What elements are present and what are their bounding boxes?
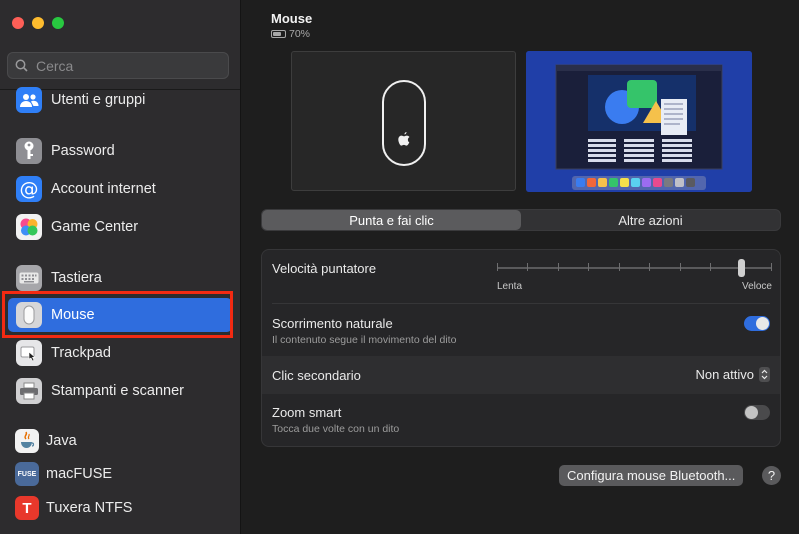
sidebar-item-java[interactable]: Java bbox=[8, 424, 232, 458]
slider-tick bbox=[710, 263, 711, 271]
help-button[interactable]: ? bbox=[762, 466, 781, 485]
java-icon bbox=[15, 429, 39, 453]
sidebar-item-tuxera[interactable]: T Tuxera NTFS bbox=[8, 491, 232, 525]
sidebar-item-label: Password bbox=[51, 143, 115, 159]
key-icon bbox=[16, 138, 42, 164]
natural-scrolling-toggle[interactable] bbox=[744, 316, 770, 331]
sidebar: Utenti e gruppi Password @ Account inter… bbox=[0, 0, 241, 534]
smart-zoom-description: Tocca due volte con un dito bbox=[272, 423, 400, 435]
at-icon: @ bbox=[16, 176, 42, 202]
sidebar-item-game-center[interactable]: Game Center bbox=[8, 210, 232, 244]
mouse-preview bbox=[291, 51, 516, 191]
sidebar-item-internet-accounts[interactable]: @ Account internet bbox=[8, 172, 232, 206]
slider-tick bbox=[527, 263, 528, 271]
secondary-click-popup[interactable]: Non attivo bbox=[695, 367, 770, 382]
natural-scrolling-row: Scorrimento naturale Il contenuto segue … bbox=[262, 304, 780, 356]
smart-zoom-label: Zoom smart bbox=[272, 405, 342, 420]
slider-tick bbox=[497, 263, 498, 271]
tracking-speed-row: Velocità puntatore Lenta Veloce bbox=[262, 250, 780, 303]
natural-scrolling-label: Scorrimento naturale bbox=[272, 316, 393, 331]
tab-bar: Punta e fai clic Altre azioni bbox=[261, 209, 781, 231]
sidebar-item-label: Game Center bbox=[51, 219, 139, 235]
sidebar-item-label: Tuxera NTFS bbox=[46, 500, 133, 516]
secondary-click-label: Clic secondario bbox=[272, 368, 361, 383]
sidebar-item-printers[interactable]: Stampanti e scanner bbox=[8, 374, 232, 408]
search-icon bbox=[15, 59, 28, 72]
sidebar-item-label: Account internet bbox=[51, 181, 156, 197]
sidebar-item-label: Java bbox=[46, 433, 77, 449]
sidebar-item-macfuse[interactable]: FUSE macFUSE bbox=[8, 457, 232, 491]
setup-bluetooth-mouse-button[interactable]: Configura mouse Bluetooth... bbox=[559, 465, 744, 486]
slider-thumb[interactable] bbox=[738, 259, 745, 277]
sidebar-item-label: Trackpad bbox=[51, 345, 111, 361]
mouse-icon bbox=[16, 302, 42, 328]
battery-status: 70% bbox=[271, 28, 310, 40]
battery-icon bbox=[271, 30, 286, 38]
slider-tick bbox=[771, 263, 772, 271]
macfuse-icon: FUSE bbox=[15, 462, 39, 486]
smart-zoom-toggle[interactable] bbox=[744, 405, 770, 420]
sidebar-item-label: Tastiera bbox=[51, 270, 102, 286]
magic-mouse-illustration bbox=[382, 80, 426, 166]
slider-max-label: Veloce bbox=[741, 281, 772, 292]
tracking-speed-slider[interactable] bbox=[497, 259, 772, 277]
game-center-icon bbox=[16, 214, 42, 240]
close-window-button[interactable] bbox=[12, 17, 24, 29]
trackpad-icon bbox=[16, 340, 42, 366]
window-controls bbox=[12, 17, 64, 29]
chevron-up-down-icon bbox=[759, 367, 770, 382]
zoom-window-button[interactable] bbox=[52, 17, 64, 29]
secondary-click-row: Clic secondario Non attivo bbox=[262, 356, 780, 394]
tuxera-icon: T bbox=[15, 496, 39, 520]
sidebar-item-users[interactable]: Utenti e gruppi bbox=[8, 83, 232, 117]
tab-point-and-click[interactable]: Punta e fai clic bbox=[262, 210, 521, 230]
tab-more-gestures[interactable]: Altre azioni bbox=[521, 210, 780, 230]
sidebar-item-label: Stampanti e scanner bbox=[51, 383, 184, 399]
sidebar-item-password[interactable]: Password bbox=[8, 134, 232, 168]
secondary-click-value: Non attivo bbox=[695, 367, 754, 382]
minimize-window-button[interactable] bbox=[32, 17, 44, 29]
sidebar-item-label: Utenti e gruppi bbox=[51, 92, 146, 108]
apple-logo-icon bbox=[398, 132, 410, 146]
slider-tick bbox=[680, 263, 681, 271]
natural-scrolling-description: Il contenuto segue il movimento del dito bbox=[272, 334, 457, 346]
slider-tick bbox=[649, 263, 650, 271]
macfuse-icon-text: FUSE bbox=[17, 470, 37, 478]
smart-zoom-row: Zoom smart Tocca due volte con un dito bbox=[262, 394, 780, 446]
sidebar-item-trackpad[interactable]: Trackpad bbox=[8, 336, 232, 370]
slider-tick bbox=[588, 263, 589, 271]
page-title: Mouse bbox=[271, 11, 313, 26]
battery-level: 70% bbox=[289, 28, 311, 40]
desktop-preview bbox=[526, 51, 752, 192]
search-field[interactable] bbox=[7, 52, 229, 79]
slider-min-label: Lenta bbox=[497, 281, 523, 292]
search-input[interactable] bbox=[34, 56, 218, 75]
settings-panel: Velocità puntatore Lenta Veloce Scorrime… bbox=[261, 249, 781, 447]
sidebar-item-mouse[interactable]: Mouse bbox=[8, 298, 232, 332]
printer-icon bbox=[16, 378, 42, 404]
sidebar-item-label: macFUSE bbox=[46, 466, 113, 482]
sidebar-item-keyboard[interactable]: Tastiera bbox=[8, 261, 232, 295]
sidebar-item-label: Mouse bbox=[51, 307, 95, 323]
desktop-preview-illustration bbox=[526, 51, 752, 192]
users-icon bbox=[16, 87, 42, 113]
slider-tick bbox=[619, 263, 620, 271]
tracking-speed-label: Velocità puntatore bbox=[272, 261, 377, 276]
keyboard-icon bbox=[16, 265, 42, 291]
main-pane: Mouse 70% Punta e fai clic Altre azioni … bbox=[241, 0, 799, 534]
tuxera-icon-text: T bbox=[22, 499, 32, 517]
slider-tick bbox=[558, 263, 559, 271]
